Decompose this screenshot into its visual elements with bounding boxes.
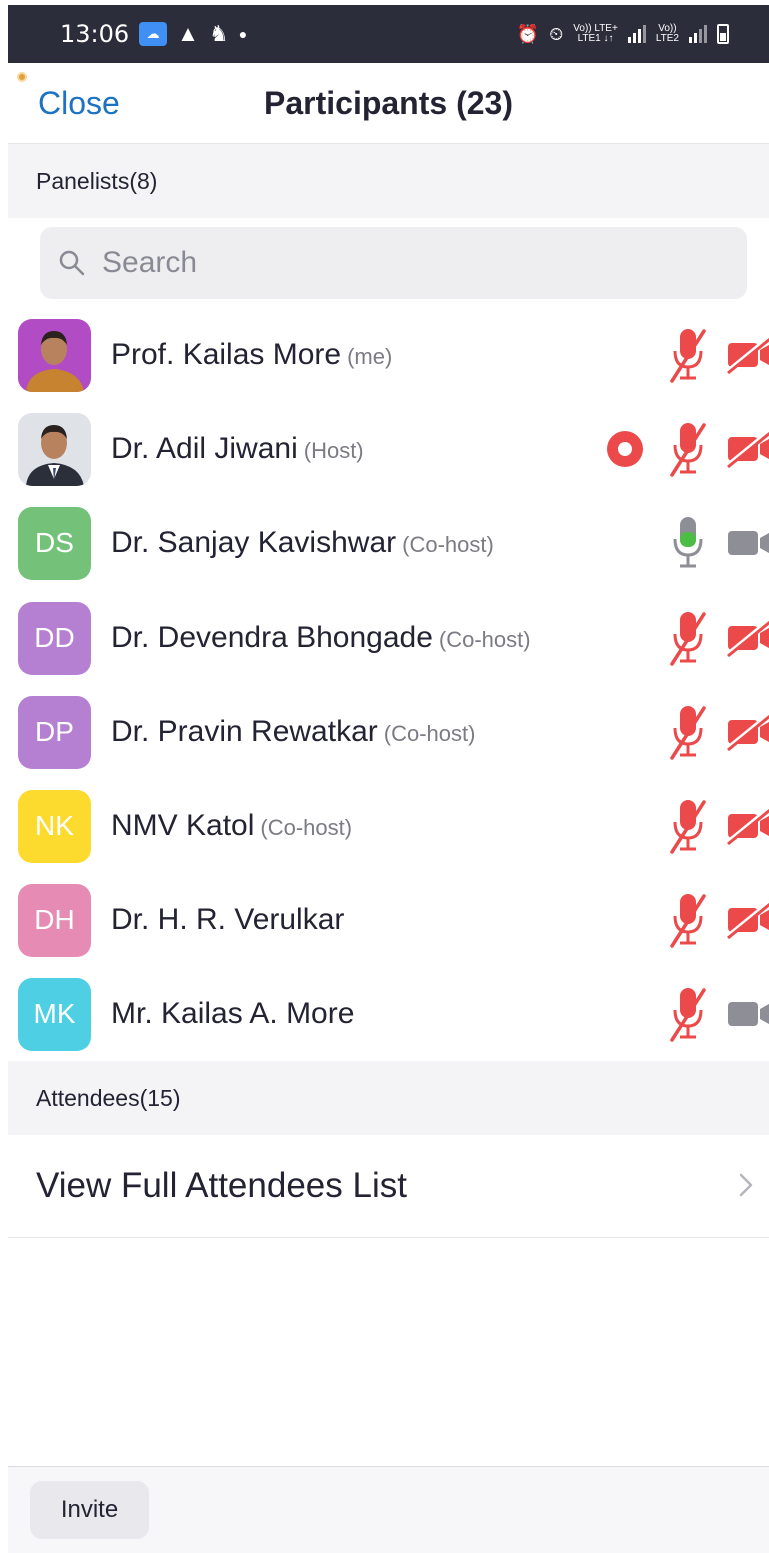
participant-name-line: Dr. Pravin Rewatkar (Co-host) (111, 715, 475, 749)
mic-muted-icon[interactable] (668, 702, 708, 762)
mic-muted-icon[interactable] (668, 890, 708, 950)
cloud-app-icon: ☁ (139, 22, 168, 46)
participant-name-line: NMV Katol (Co-host) (111, 809, 352, 843)
mic-active-icon[interactable] (668, 513, 708, 573)
mic-muted-icon[interactable] (668, 796, 708, 856)
participant-name: Dr. Devendra Bhongade (111, 621, 433, 654)
participant-role: (Host) (303, 438, 364, 463)
avatar-initials: DP (35, 716, 74, 747)
participant-row[interactable]: NK NMV Katol (Co-host) (8, 779, 769, 873)
avatar-initials: DD (34, 622, 75, 653)
avatar-initials: DH (34, 904, 75, 935)
panelists-section-label: Panelists(8) (36, 167, 158, 194)
video-off-icon[interactable] (726, 806, 769, 846)
video-off-icon[interactable] (726, 712, 769, 752)
video-off-icon[interactable] (726, 618, 769, 658)
participant-role: (Co-host) (260, 815, 353, 840)
avatar-initials: NK (35, 810, 74, 841)
signal-1-icon (627, 25, 646, 43)
search-input[interactable] (102, 246, 702, 280)
view-full-attendees-list-label: View Full Attendees List (36, 1166, 407, 1205)
participant-name: Mr. Kailas A. More (111, 997, 355, 1030)
avatar-initials: DS (35, 527, 74, 558)
view-full-attendees-list-row[interactable]: View Full Attendees List (8, 1135, 769, 1237)
participant-name-line: Dr. H. R. Verulkar (111, 903, 344, 937)
alarm-clock-icon: ⏰ (516, 24, 540, 44)
participant-row[interactable]: Prof. Kailas More (me) (8, 308, 769, 402)
video-off-icon[interactable] (726, 335, 769, 375)
network-2-indicator: Vo)) LTE2 (656, 24, 679, 44)
avatar: DD (18, 601, 91, 675)
network-2-bottom-label: LTE2 (655, 33, 679, 44)
participant-role: (Co-host) (402, 532, 494, 557)
status-bar: 13:06 ☁ ▲ ♞ ● ⏰ ⏲ Vo)) LTE+ LTE1 ↓↑ Vo))… (8, 5, 769, 63)
participant-name-line: Mr. Kailas A. More (111, 997, 354, 1031)
recording-icon (607, 431, 643, 467)
participant-role: (me) (347, 344, 393, 369)
participant-row[interactable]: DS Dr. Sanjay Kavishwar (Co-host) (8, 496, 769, 590)
signal-2-icon (689, 25, 707, 43)
video-off-icon[interactable] (726, 900, 769, 940)
page-title: Participants (23) (264, 85, 513, 121)
avatar: NK (18, 789, 91, 863)
participant-name: Dr. H. R. Verulkar (111, 903, 345, 936)
video-off-icon[interactable] (726, 429, 769, 469)
search-box[interactable] (40, 227, 747, 299)
mic-muted-icon[interactable] (668, 984, 708, 1044)
more-notifications-dot-icon: ● (238, 26, 248, 42)
status-time: 13:06 (60, 20, 130, 48)
attendees-section-header: Attendees(15) (8, 1061, 769, 1135)
participant-name-line: Prof. Kailas More (me) (111, 338, 392, 372)
participant-row[interactable]: DP Dr. Pravin Rewatkar (Co-host) (8, 685, 769, 779)
panelists-section-header: Panelists(8) (8, 144, 769, 218)
participant-name: Dr. Sanjay Kavishwar (111, 526, 397, 559)
invite-button[interactable]: Invite (30, 1481, 149, 1539)
network-1-bottom-label: LTE1 ↓↑ (577, 33, 614, 44)
avatar (18, 318, 91, 392)
participant-row[interactable]: DD Dr. Devendra Bhongade (Co-host) (8, 591, 769, 685)
participant-name-line: Dr. Devendra Bhongade (Co-host) (111, 621, 531, 655)
attendees-divider (8, 1237, 769, 1238)
participant-name: NMV Katol (111, 809, 255, 842)
mic-muted-icon[interactable] (668, 419, 708, 479)
avatar: DS (18, 506, 91, 580)
chevron-right-icon (739, 1173, 753, 1197)
video-on-icon[interactable] (726, 523, 769, 563)
participant-name: Prof. Kailas More (111, 338, 342, 371)
participant-role: (Co-host) (383, 721, 476, 746)
participant-name-line: Dr. Sanjay Kavishwar (Co-host) (111, 526, 494, 560)
search-icon (59, 250, 85, 276)
close-button[interactable]: Close (38, 85, 120, 122)
avatar: DH (18, 883, 91, 957)
avatar: MK (18, 977, 91, 1051)
participant-row[interactable]: Dr. Adil Jiwani (Host) (8, 402, 769, 496)
footer-toolbar: Invite (8, 1467, 769, 1553)
avatar-initials: MK (33, 998, 76, 1029)
avatar (18, 412, 91, 486)
participant-row[interactable]: MK Mr. Kailas A. More (8, 967, 769, 1061)
participant-role: (Co-host) (438, 627, 531, 652)
warning-icon: ▲ (177, 21, 199, 46)
participant-name: Dr. Pravin Rewatkar (111, 715, 378, 748)
battery-icon (717, 24, 729, 44)
participant-row[interactable]: DH Dr. H. R. Verulkar (8, 873, 769, 967)
network-1-indicator: Vo)) LTE+ LTE1 ↓↑ (573, 24, 618, 44)
app-notification-icon: ♞ (208, 21, 229, 46)
header: Close Participants (23) (8, 63, 769, 143)
video-on-icon[interactable] (726, 994, 769, 1034)
mic-muted-icon[interactable] (668, 325, 708, 385)
avatar: DP (18, 695, 91, 769)
attendees-section-label: Attendees(15) (36, 1084, 181, 1111)
mic-muted-icon[interactable] (668, 608, 708, 668)
alarm-icon: ⏲ (549, 24, 564, 44)
participant-name-line: Dr. Adil Jiwani (Host) (111, 432, 364, 466)
participant-name: Dr. Adil Jiwani (111, 432, 298, 465)
